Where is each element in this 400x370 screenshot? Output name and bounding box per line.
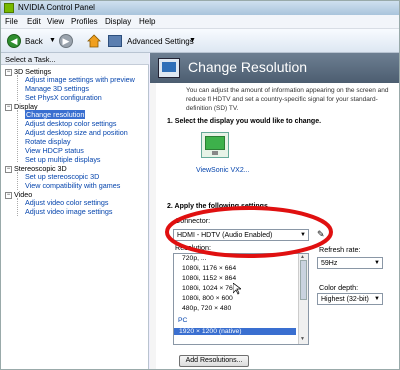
tree-connector xyxy=(17,75,18,101)
advanced-dropdown-icon[interactable]: ▼ xyxy=(189,37,196,44)
tree-item-physx[interactable]: Set PhysX configuration xyxy=(25,93,102,102)
menu-display[interactable]: Display xyxy=(105,17,131,26)
chevron-down-icon: ▼ xyxy=(374,260,380,266)
collapse-icon[interactable]: − xyxy=(5,68,12,76)
back-dropdown-icon[interactable]: ▼ xyxy=(49,37,56,44)
tree-connector xyxy=(17,172,18,190)
color-depth-select[interactable]: Highest (32-bit) ▼ xyxy=(317,293,383,305)
home-icon[interactable] xyxy=(87,34,101,48)
back-button[interactable]: Back xyxy=(25,37,43,46)
tree-item-hdcp-status[interactable]: View HDCP status xyxy=(25,146,84,155)
task-pane: Select a Task... −3D Settings Adjust ima… xyxy=(1,53,149,369)
content-margin xyxy=(150,83,156,369)
scroll-down-icon[interactable]: ▼ xyxy=(300,336,305,342)
tree-item-adjust-image-settings[interactable]: Adjust image settings with preview xyxy=(25,75,135,84)
tree-item-setup-stereo[interactable]: Set up stereoscopic 3D xyxy=(25,172,99,181)
tree-item-change-resolution[interactable]: Change resolution xyxy=(25,110,86,119)
connector-value: HDMI - HDTV (Audio Enabled) xyxy=(177,232,273,239)
step2-heading: 2. Apply the following settings. xyxy=(167,203,270,210)
color-depth-value: Highest (32-bit) xyxy=(321,296,369,303)
list-item[interactable]: 1080i, 1024 × 768 xyxy=(182,285,237,292)
collapse-icon[interactable]: − xyxy=(5,191,12,199)
tree-item-game-compat[interactable]: View compatibility with games xyxy=(25,181,120,190)
tree-item-multiple-displays[interactable]: Set up multiple displays xyxy=(25,155,101,164)
resolution-list[interactable]: 720p, ... 1080i, 1176 × 664 1080i, 1152 … xyxy=(173,253,309,345)
advanced-settings-icon[interactable] xyxy=(108,35,122,47)
tree-connector xyxy=(17,110,18,162)
list-item[interactable]: 1080i, 800 × 600 xyxy=(182,295,233,302)
tree-connector xyxy=(17,198,18,216)
tree-item-video-image[interactable]: Adjust video image settings xyxy=(25,207,113,216)
collapse-icon[interactable]: − xyxy=(5,103,12,111)
menu-profiles[interactable]: Profiles xyxy=(71,17,98,26)
refresh-rate-value: 59Hz xyxy=(321,260,338,267)
chevron-down-icon: ▼ xyxy=(300,232,306,238)
back-arrow-icon[interactable]: ◀ xyxy=(7,34,21,48)
resolution-label: Resolution: xyxy=(175,243,211,252)
tree-item-video-color[interactable]: Adjust video color settings xyxy=(25,198,109,207)
list-item[interactable]: 720p, ... xyxy=(182,255,207,262)
display-name-label[interactable]: ViewSonic VX2... xyxy=(196,167,250,174)
list-item-selected[interactable]: 1920 × 1200 (native) xyxy=(174,328,296,335)
color-depth-label: Color depth: xyxy=(319,283,359,292)
connector-label: Connector: xyxy=(175,216,211,225)
collapse-icon[interactable]: − xyxy=(5,165,12,173)
mouse-cursor-icon xyxy=(233,283,241,295)
page-banner: Change Resolution xyxy=(150,53,399,83)
scrollbar-thumb[interactable] xyxy=(300,260,307,300)
list-item[interactable]: 1080i, 1152 × 864 xyxy=(182,275,236,282)
task-pane-title: Select a Task... xyxy=(5,55,56,64)
refresh-rate-label: Refresh rate: xyxy=(319,245,361,254)
menu-edit[interactable]: Edit xyxy=(27,17,41,26)
page-title: Change Resolution xyxy=(188,59,308,75)
window-title: NVIDIA Control Panel xyxy=(18,3,95,12)
step1-heading: 1. Select the display you would like to … xyxy=(167,118,322,125)
tree-item-desktop-size[interactable]: Adjust desktop size and position xyxy=(25,128,128,137)
add-resolutions-button[interactable]: Add Resolutions... xyxy=(179,355,249,367)
tree-item-manage-3d-settings[interactable]: Manage 3D settings xyxy=(25,84,89,93)
toolbar: ◀ Back ▼ ▶ Advanced Settings ▼ xyxy=(1,29,399,53)
app-window: NVIDIA Control Panel File Edit View Prof… xyxy=(0,0,400,370)
chevron-down-icon: ▼ xyxy=(374,296,380,302)
scrollbar[interactable]: ▲ ▼ xyxy=(298,254,308,344)
title-bar: NVIDIA Control Panel xyxy=(1,1,399,15)
tree-item-rotate-display[interactable]: Rotate display xyxy=(25,137,71,146)
connector-select[interactable]: HDMI - HDTV (Audio Enabled) ▼ xyxy=(173,229,309,241)
task-pane-header: Select a Task... xyxy=(1,53,149,65)
tree-item-desktop-color[interactable]: Adjust desktop color settings xyxy=(25,119,117,128)
list-item[interactable]: 1080i, 1176 × 664 xyxy=(182,265,236,272)
list-item[interactable]: 480p, 720 × 480 xyxy=(182,305,231,312)
advanced-settings-button[interactable]: Advanced Settings xyxy=(127,37,194,46)
menu-view[interactable]: View xyxy=(47,17,64,26)
forward-arrow-icon[interactable]: ▶ xyxy=(59,34,73,48)
list-group-header: PC xyxy=(178,317,188,324)
intro-text: You can adjust the amount of information… xyxy=(186,87,389,112)
menu-bar: File Edit View Profiles Display Help xyxy=(1,15,399,29)
nvidia-logo-icon xyxy=(4,3,14,13)
resolution-icon xyxy=(158,58,180,78)
menu-help[interactable]: Help xyxy=(139,17,155,26)
refresh-rate-select[interactable]: 59Hz ▼ xyxy=(317,257,383,269)
display-monitor-icon[interactable] xyxy=(201,132,229,158)
menu-file[interactable]: File xyxy=(5,17,18,26)
pen-tool-icon: ✎ xyxy=(317,229,325,239)
